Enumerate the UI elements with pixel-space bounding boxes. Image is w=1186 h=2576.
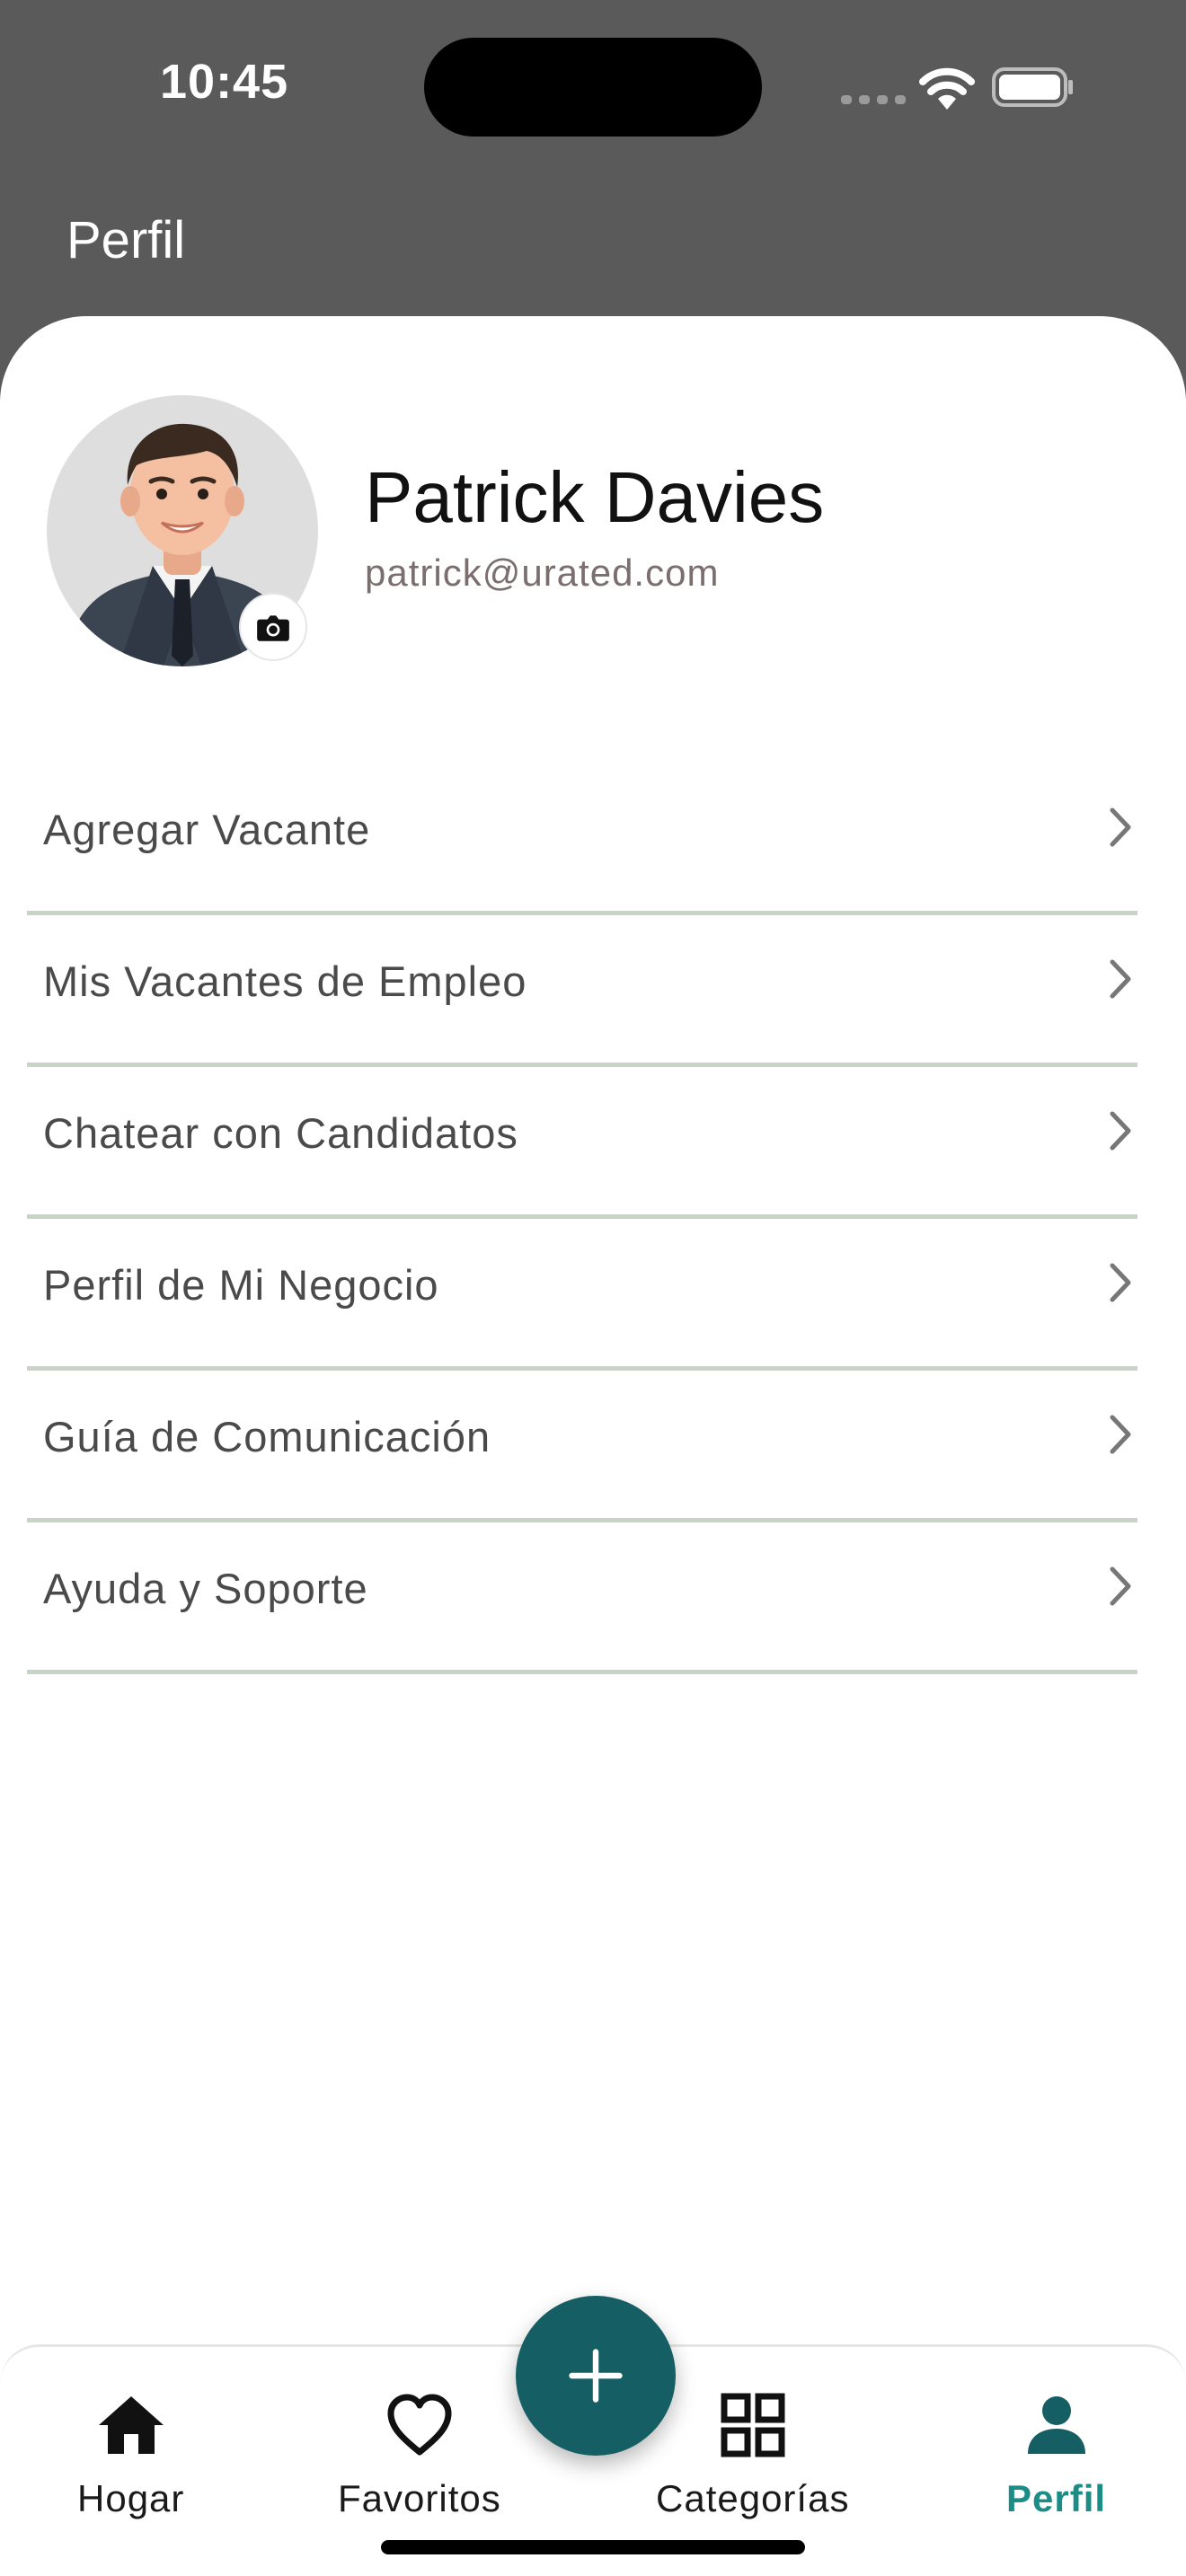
chevron-right-icon (1110, 959, 1131, 999)
profile-screen: 10:45 Perfil Patrick Davies patrick@urat… (0, 0, 1186, 2576)
change-photo-button[interactable] (239, 593, 307, 661)
status-time: 10:45 (160, 55, 289, 109)
nav-item-categorias[interactable]: Categorías (656, 2389, 849, 2520)
nav-label: Perfil (1006, 2477, 1107, 2519)
user-email: patrick@urated.com (365, 551, 720, 594)
user-name: Patrick Davies (365, 457, 825, 537)
person-icon (1027, 2396, 1085, 2454)
menu-item-label: Agregar Vacante (43, 806, 371, 853)
chevron-right-icon (1110, 1111, 1131, 1151)
camera-icon (257, 615, 289, 641)
menu-item-chatear-candidatos[interactable]: Chatear con Candidatos (27, 1067, 1137, 1219)
home-icon (98, 2396, 164, 2454)
menu-item-guia-comunicacion[interactable]: Guía de Comunicación (27, 1371, 1137, 1522)
page-title: Perfil (66, 211, 186, 269)
profile-menu: Agregar Vacante Mis Vacantes de Empleo C… (27, 763, 1137, 1674)
cellular-signal-icon (841, 95, 906, 104)
chevron-right-icon (1110, 1415, 1131, 1454)
menu-item-label: Guía de Comunicación (43, 1413, 491, 1460)
battery-icon (992, 67, 1073, 107)
chevron-right-icon (1110, 1566, 1131, 1606)
menu-item-mis-vacantes[interactable]: Mis Vacantes de Empleo (27, 915, 1137, 1067)
menu-item-label: Chatear con Candidatos (43, 1109, 518, 1157)
nav-item-hogar[interactable]: Hogar (77, 2389, 184, 2520)
nav-item-favoritos[interactable]: Favoritos (338, 2389, 501, 2520)
chevron-right-icon (1110, 1263, 1131, 1302)
dynamic-island (424, 38, 762, 137)
menu-item-perfil-negocio[interactable]: Perfil de Mi Negocio (27, 1219, 1137, 1371)
menu-item-agregar-vacante[interactable]: Agregar Vacante (27, 763, 1137, 915)
nav-label: Hogar (77, 2477, 185, 2519)
wifi-icon (919, 67, 975, 110)
menu-item-label: Perfil de Mi Negocio (43, 1261, 439, 1309)
menu-item-label: Mis Vacantes de Empleo (43, 957, 527, 1005)
nav-item-perfil[interactable]: Perfil (1006, 2389, 1106, 2520)
menu-item-ayuda-soporte[interactable]: Ayuda y Soporte (27, 1522, 1137, 1674)
plus-icon (569, 2349, 623, 2403)
nav-label: Favoritos (338, 2477, 501, 2519)
nav-label: Categorías (656, 2477, 850, 2519)
chevron-right-icon (1110, 807, 1131, 847)
heart-icon (387, 2394, 452, 2456)
grid-icon (721, 2393, 785, 2457)
home-indicator[interactable] (381, 2540, 805, 2554)
menu-item-label: Ayuda y Soporte (43, 1565, 368, 1612)
add-button[interactable] (516, 2296, 676, 2456)
